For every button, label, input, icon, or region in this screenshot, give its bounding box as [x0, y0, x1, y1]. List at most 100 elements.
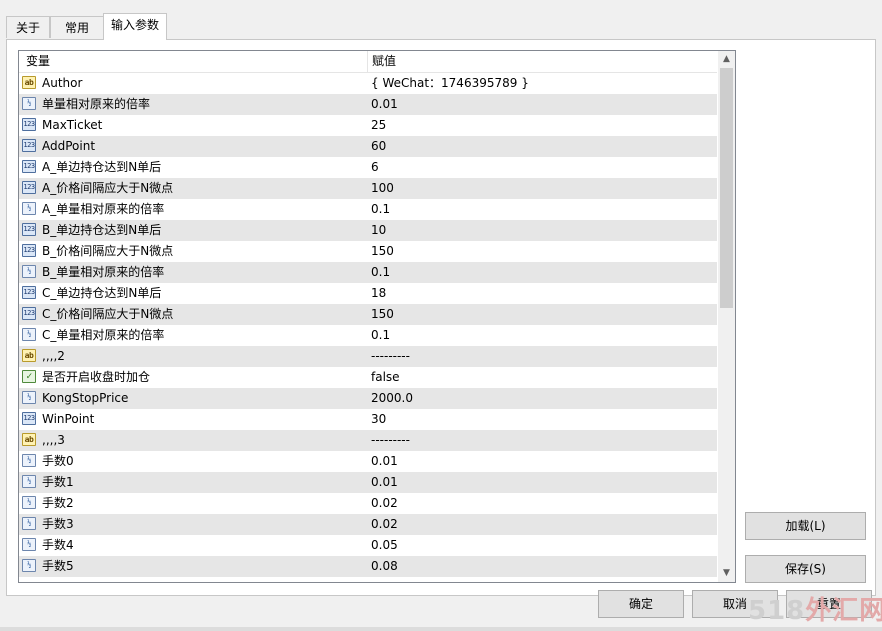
- table-row[interactable]: 123 B_价格间隔应大于N微点 150: [19, 241, 717, 262]
- table-row[interactable]: ½ 手数5 0.08: [19, 556, 717, 577]
- scroll-up-icon[interactable]: ▲: [718, 51, 735, 68]
- parameter-value[interactable]: 60: [371, 136, 386, 157]
- parameter-name: A_单量相对原来的倍率: [42, 202, 165, 216]
- parameter-name: 手数0: [42, 454, 74, 468]
- table-row[interactable]: ½ 手数2 0.02: [19, 493, 717, 514]
- tab-inputs[interactable]: 输入参数: [103, 13, 167, 40]
- parameter-name: C_价格间隔应大于N微点: [42, 307, 174, 321]
- table-row[interactable]: ½ 手数4 0.05: [19, 535, 717, 556]
- integer-type-icon: 123: [22, 307, 36, 320]
- watermark-text: 外汇网: [805, 596, 882, 626]
- parameter-value[interactable]: 0.1: [371, 262, 390, 283]
- double-type-icon: ½: [22, 517, 36, 530]
- load-button[interactable]: 加载(L): [745, 512, 866, 540]
- table-row[interactable]: ½ 手数1 0.01: [19, 472, 717, 493]
- double-type-icon: ½: [22, 391, 36, 404]
- table-row[interactable]: 123 C_价格间隔应大于N微点 150: [19, 304, 717, 325]
- tab-common[interactable]: 常用: [50, 16, 104, 38]
- table-row[interactable]: ½ 手数3 0.02: [19, 514, 717, 535]
- table-row[interactable]: ab ,,,,3 ---------: [19, 430, 717, 451]
- parameter-value[interactable]: 0.1: [371, 199, 390, 220]
- integer-type-icon: 123: [22, 412, 36, 425]
- parameter-name: 手数4: [42, 538, 74, 552]
- parameter-value[interactable]: 6: [371, 157, 379, 178]
- double-type-icon: ½: [22, 97, 36, 110]
- column-header-value[interactable]: 赋值: [372, 51, 396, 72]
- table-row[interactable]: 123 AddPoint 60: [19, 136, 717, 157]
- parameter-value[interactable]: 0.01: [371, 472, 398, 493]
- parameter-name: 单量相对原来的倍率: [42, 97, 151, 111]
- scroll-down-icon[interactable]: ▼: [718, 565, 735, 582]
- integer-type-icon: 123: [22, 160, 36, 173]
- parameter-value[interactable]: 25: [371, 115, 386, 136]
- parameter-value[interactable]: ---------: [371, 430, 410, 451]
- parameter-name: 手数1: [42, 475, 74, 489]
- bool-type-icon: ✓: [22, 370, 36, 383]
- parameter-value[interactable]: 150: [371, 304, 394, 325]
- parameter-value[interactable]: { WeChat：1746395789 }: [371, 73, 529, 94]
- parameter-value[interactable]: 0.01: [371, 451, 398, 472]
- parameter-value[interactable]: 150: [371, 241, 394, 262]
- parameter-value[interactable]: 0.01: [371, 94, 398, 115]
- table-row[interactable]: ½ KongStopPrice 2000.0: [19, 388, 717, 409]
- tab-about[interactable]: 关于: [6, 16, 50, 38]
- string-type-icon: ab: [22, 76, 36, 89]
- double-type-icon: ½: [22, 265, 36, 278]
- parameter-name: A_单边持仓达到N单后: [42, 160, 162, 174]
- parameter-name: B_单量相对原来的倍率: [42, 265, 165, 279]
- parameter-name: Author: [42, 76, 83, 90]
- parameter-value[interactable]: 10: [371, 220, 386, 241]
- parameter-name: ,,,,2: [42, 349, 65, 363]
- table-row[interactable]: 123 B_单边持仓达到N单后 10: [19, 220, 717, 241]
- ok-button[interactable]: 确定: [598, 590, 684, 618]
- double-type-icon: ½: [22, 559, 36, 572]
- integer-type-icon: 123: [22, 181, 36, 194]
- string-type-icon: ab: [22, 349, 36, 362]
- parameter-value[interactable]: 18: [371, 283, 386, 304]
- column-header-variable[interactable]: 变量: [26, 51, 50, 72]
- parameter-value[interactable]: 2000.0: [371, 388, 413, 409]
- watermark: 518外汇网: [748, 590, 882, 627]
- vertical-scrollbar[interactable]: ▲ ▼: [718, 51, 735, 582]
- integer-type-icon: 123: [22, 139, 36, 152]
- parameter-value[interactable]: 0.05: [371, 535, 398, 556]
- table-row[interactable]: ½ C_单量相对原来的倍率 0.1: [19, 325, 717, 346]
- parameter-value[interactable]: 0.1: [371, 325, 390, 346]
- parameter-value[interactable]: 0.08: [371, 556, 398, 577]
- integer-type-icon: 123: [22, 244, 36, 257]
- table-row[interactable]: ½ B_单量相对原来的倍率 0.1: [19, 262, 717, 283]
- scrollbar-thumb[interactable]: [720, 68, 733, 308]
- table-row[interactable]: ½ 单量相对原来的倍率 0.01: [19, 94, 717, 115]
- save-button[interactable]: 保存(S): [745, 555, 866, 583]
- window-bottom-edge: [0, 627, 882, 631]
- table-row[interactable]: 123 C_单边持仓达到N单后 18: [19, 283, 717, 304]
- parameter-value[interactable]: 0.02: [371, 493, 398, 514]
- grid-rows: ab Author { WeChat：1746395789 } ½ 单量相对原来的倍率 0…: [19, 73, 717, 577]
- double-type-icon: ½: [22, 496, 36, 509]
- parameter-value[interactable]: 0.02: [371, 514, 398, 535]
- parameter-value[interactable]: false: [371, 367, 400, 388]
- table-row[interactable]: 123 A_单边持仓达到N单后 6: [19, 157, 717, 178]
- parameter-name: 手数3: [42, 517, 74, 531]
- double-type-icon: ½: [22, 538, 36, 551]
- table-row[interactable]: 123 MaxTicket 25: [19, 115, 717, 136]
- parameter-value[interactable]: 100: [371, 178, 394, 199]
- double-type-icon: ½: [22, 454, 36, 467]
- parameter-name: 是否开启收盘时加仓: [42, 370, 151, 384]
- table-row[interactable]: ab Author { WeChat：1746395789 }: [19, 73, 717, 94]
- double-type-icon: ½: [22, 475, 36, 488]
- table-row[interactable]: ab ,,,,2 ---------: [19, 346, 717, 367]
- table-row[interactable]: ½ A_单量相对原来的倍率 0.1: [19, 199, 717, 220]
- double-type-icon: ½: [22, 328, 36, 341]
- parameter-value[interactable]: 30: [371, 409, 386, 430]
- parameter-value[interactable]: ---------: [371, 346, 410, 367]
- parameter-name: MaxTicket: [42, 118, 103, 132]
- column-divider[interactable]: [367, 51, 368, 72]
- table-row[interactable]: 123 WinPoint 30: [19, 409, 717, 430]
- parameter-name: A_价格间隔应大于N微点: [42, 181, 174, 195]
- table-row[interactable]: ½ 手数0 0.01: [19, 451, 717, 472]
- parameter-name: KongStopPrice: [42, 391, 129, 405]
- table-row[interactable]: ✓ 是否开启收盘时加仓 false: [19, 367, 717, 388]
- table-row[interactable]: 123 A_价格间隔应大于N微点 100: [19, 178, 717, 199]
- parameters-grid[interactable]: 变量 赋值 ab Author { WeChat：1746395789 } ½ 单量相对…: [18, 50, 736, 583]
